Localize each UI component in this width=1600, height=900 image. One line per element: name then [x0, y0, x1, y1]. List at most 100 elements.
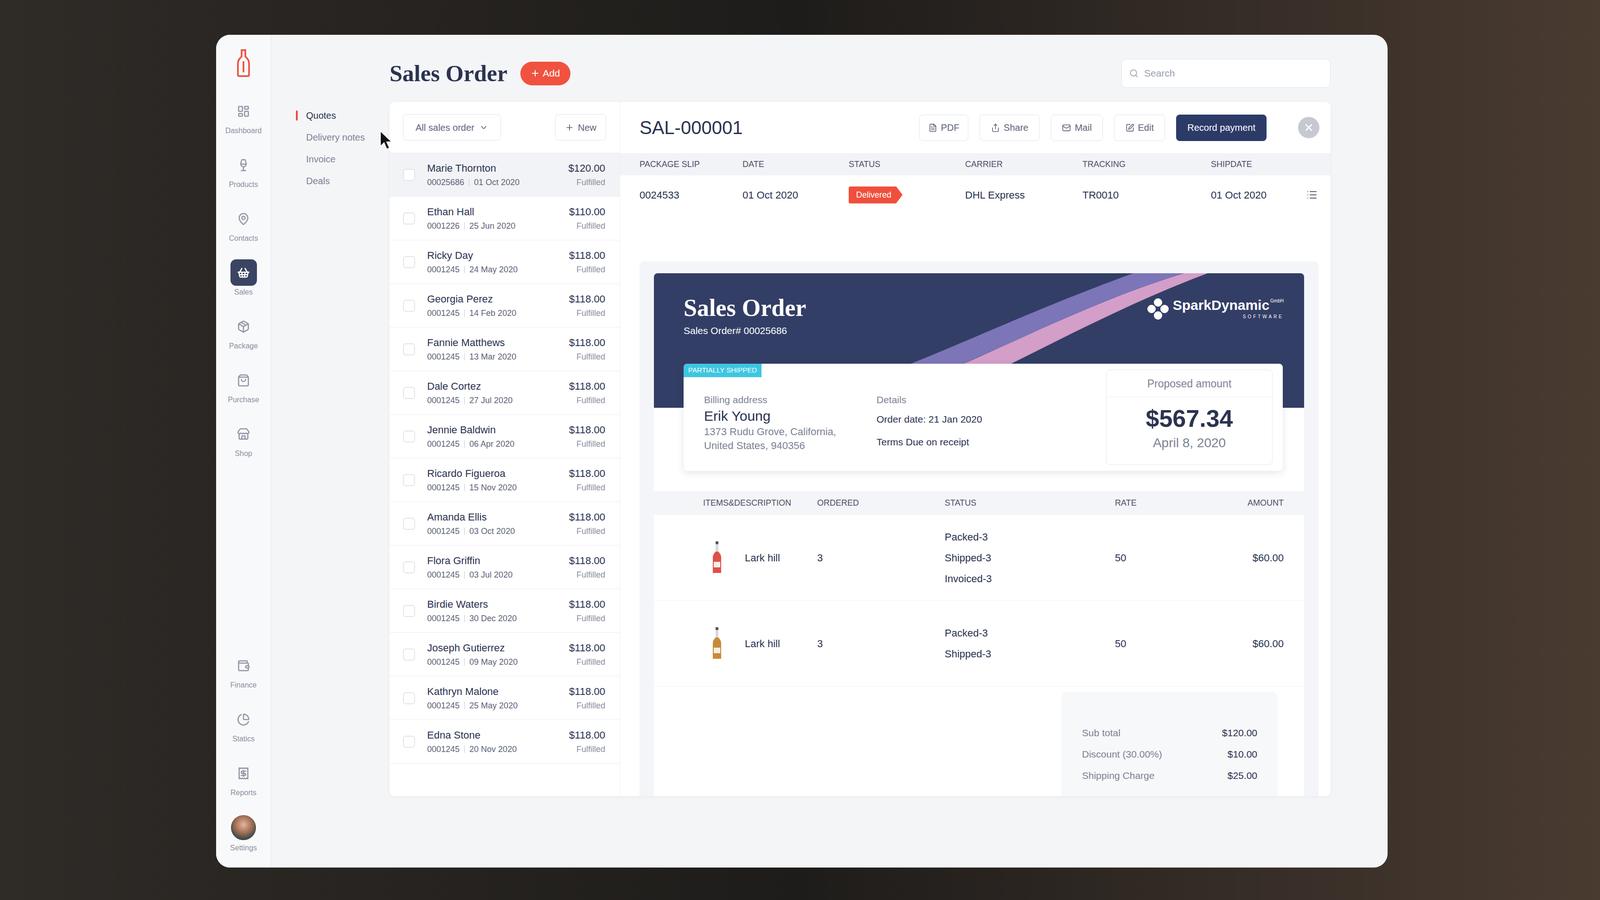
add-button[interactable]: Add	[520, 61, 570, 86]
record-payment-button[interactable]: Record payment	[1176, 114, 1267, 141]
logo-icon[interactable]	[236, 49, 251, 77]
rail-item[interactable]: Package	[225, 313, 262, 367]
rail-item-icon	[236, 266, 250, 280]
status-badge: Delivered	[848, 186, 903, 204]
order-summary-card: PARTIALLY SHIPPEDBilling addressErik You…	[683, 363, 1283, 471]
avatar[interactable]	[229, 813, 258, 842]
close-icon	[1303, 121, 1315, 134]
row-checkbox[interactable]	[403, 343, 416, 356]
rail-item[interactable]: Dashboard	[225, 97, 262, 152]
search-input[interactable]	[1144, 65, 1323, 81]
rail-item[interactable]: Sales	[225, 259, 262, 314]
action-icon	[991, 123, 1000, 133]
order-row[interactable]: Georgia Perez000124514 Feb 2020$118.00Fu…	[389, 283, 620, 328]
order-row[interactable]: Kathryn Malone000124525 May 2020$118.00F…	[389, 676, 620, 720]
row-checkbox[interactable]	[403, 212, 416, 225]
rail-item[interactable]: Shop	[225, 420, 262, 475]
bottle-icon	[711, 541, 723, 574]
row-checkbox[interactable]	[403, 473, 416, 487]
main: Sales Order Add All sales order New Marie Th…	[389, 34, 1388, 868]
subnav-item[interactable]: Invoice	[295, 147, 390, 170]
total-row: Discount (30.00%)$10.00	[1061, 743, 1278, 765]
rail-item[interactable]: Reports	[229, 759, 258, 814]
filter-dropdown[interactable]: All sales order	[403, 114, 501, 141]
search-icon	[1129, 68, 1139, 78]
order-row[interactable]: Amanda Ellis000124503 Oct 2020$118.00Ful…	[389, 501, 620, 546]
order-list: All sales order New Marie Thornton00025686…	[389, 102, 621, 796]
row-checkbox[interactable]	[403, 691, 416, 704]
item-row: Lark hill3Packed-3Shipped-350$60.00	[653, 600, 1305, 687]
order-row[interactable]: Ricky Day000124524 May 2020$118.00Fulfil…	[389, 240, 620, 284]
brand-logo: SparkDynamicGmbHSOFTWARE	[1146, 297, 1284, 320]
subnav-item[interactable]: Deals	[295, 169, 390, 192]
row-checkbox[interactable]	[403, 735, 416, 748]
row-checkbox[interactable]	[403, 517, 416, 530]
order-row[interactable]: Dale Cortez000124527 Jul 2020$118.00Fulf…	[389, 371, 620, 415]
order-row[interactable]: Birdie Waters000124530 Dec 2020$118.00Fu…	[389, 588, 620, 633]
icon-rail: DashboardProductsContactsSalesPackagePur…	[216, 34, 272, 868]
plus-icon	[564, 122, 575, 133]
sub-navigation: QuotesDelivery notesInvoiceDeals	[271, 34, 390, 868]
shipping-status-badge: PARTIALLY SHIPPED	[683, 363, 762, 378]
order-row[interactable]: Joseph Gutierrez000124509 May 2020$118.0…	[389, 632, 620, 677]
shipment-row[interactable]: 002453301 Oct 2020DeliveredDHL ExpressTR…	[620, 175, 1331, 215]
row-checkbox[interactable]	[403, 561, 416, 574]
item-row: Lark hill3Packed-3Shipped-3Invoiced-350$…	[653, 514, 1305, 601]
list-icon[interactable]	[1306, 189, 1318, 201]
settings-item[interactable]: Settings	[229, 813, 258, 858]
proposed-amount-box: Proposed amount$567.34April 8, 2020	[1106, 369, 1273, 465]
row-checkbox[interactable]	[403, 299, 416, 312]
rail-item-icon	[236, 659, 250, 672]
action-button[interactable]: Edit	[1113, 114, 1165, 141]
close-button[interactable]	[1298, 116, 1320, 139]
rail-item-icon	[236, 427, 250, 441]
rail-item-icon	[236, 320, 250, 333]
total-row: Shipping Charge$25.00	[1061, 764, 1278, 787]
row-checkbox[interactable]	[403, 168, 416, 181]
items-header: ITEMS&DESCRIPTIONORDEREDSTATUSRATEAMOUNT	[653, 491, 1305, 515]
total-row: Sub total$120.00	[1061, 722, 1278, 744]
row-checkbox[interactable]	[403, 256, 416, 269]
order-row[interactable]: Fannie Matthews000124513 Mar 2020$118.00…	[389, 327, 620, 372]
order-row[interactable]: Flora Griffin000124503 Jul 2020$118.00Fu…	[389, 545, 620, 589]
order-detail: SAL-000001 PDF Share Mail Edit Record payment…	[620, 102, 1331, 796]
rail-item-icon	[236, 212, 250, 226]
order-row[interactable]: Ethan Hall000122625 Jun 2020$110.00Fulfi…	[389, 196, 620, 241]
row-checkbox[interactable]	[403, 648, 416, 661]
totals-box: Sub total$120.00Discount (30.00%)$10.00S…	[1061, 691, 1278, 796]
order-row[interactable]: Edna Stone000124520 Nov 2020$118.00Fulfi…	[389, 719, 620, 764]
chevron-down-icon	[479, 122, 489, 133]
row-checkbox[interactable]	[403, 386, 416, 399]
subnav-item[interactable]: Delivery notes	[295, 126, 390, 148]
rail-item-icon	[236, 712, 250, 726]
rail-item-icon	[236, 766, 250, 780]
action-button[interactable]: Share	[979, 114, 1040, 141]
rail-item[interactable]: Purchase	[225, 366, 262, 421]
search-field[interactable]	[1121, 58, 1331, 88]
page-title: Sales Order	[389, 59, 508, 88]
order-id: SAL-000001	[639, 113, 743, 142]
order-row[interactable]: Marie Thornton0002568601 Oct 2020$120.00…	[389, 153, 620, 197]
mouse-cursor-icon	[379, 129, 394, 151]
action-button[interactable]: PDF	[919, 114, 969, 141]
plus-icon	[530, 68, 540, 78]
order-row[interactable]: Ricardo Figueroa000124515 Nov 2020$118.0…	[389, 458, 620, 502]
rail-item[interactable]: Finance	[229, 652, 258, 706]
action-icon	[1062, 123, 1071, 133]
rail-item-icon	[236, 104, 250, 118]
rail-item[interactable]: Products	[225, 151, 262, 206]
new-button[interactable]: New	[555, 114, 607, 141]
shipments-header: PACKAGE SLIPDATESTATUSCARRIERTRACKINGSHI…	[620, 153, 1331, 176]
order-row[interactable]: Jennie Baldwin000124506 Apr 2020$118.00F…	[389, 414, 620, 459]
action-button[interactable]: Mail	[1050, 114, 1103, 141]
desktop: DashboardProductsContactsSalesPackagePur…	[0, 0, 1600, 900]
row-checkbox[interactable]	[403, 430, 416, 443]
rail-item-icon	[236, 373, 250, 387]
rail-item-icon	[236, 158, 250, 172]
rail-item[interactable]: Statics	[229, 705, 258, 760]
subnav-item[interactable]: Quotes	[295, 104, 390, 127]
bottle-icon	[711, 627, 723, 660]
row-checkbox[interactable]	[403, 604, 416, 617]
action-icon	[928, 123, 938, 133]
rail-item[interactable]: Contacts	[225, 205, 262, 260]
